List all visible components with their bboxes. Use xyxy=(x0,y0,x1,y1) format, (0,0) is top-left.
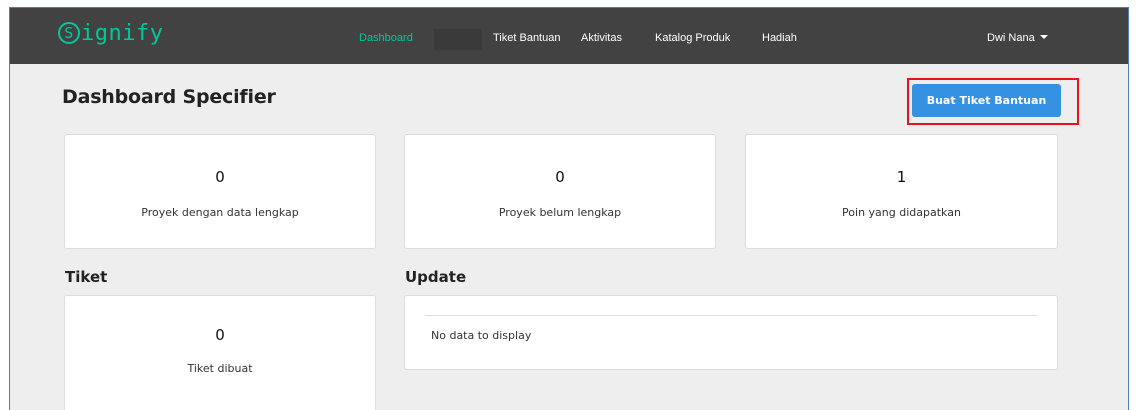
nav-link-dashboard[interactable]: Dashboard xyxy=(359,32,413,44)
stat-card-complete-projects: 0 Proyek dengan data lengkap xyxy=(64,134,376,249)
stat-value: 0 xyxy=(555,168,565,186)
stat-label: Poin yang didapatkan xyxy=(842,206,961,219)
top-navbar: S ignify Dashboard Tiket Bantuan Aktivit… xyxy=(10,8,1128,64)
ticket-card: 0 Tiket dibuat xyxy=(64,295,376,410)
stat-label: Proyek belum lengkap xyxy=(498,206,622,219)
nav-links: Dashboard Tiket Bantuan Aktivitas Katalo… xyxy=(10,8,1128,64)
stat-value: 0 xyxy=(215,168,225,186)
stat-label: Proyek dengan data lengkap xyxy=(141,206,299,219)
updates-empty-text: No data to display xyxy=(431,329,532,342)
nav-link-hadiah[interactable]: Hadiah xyxy=(762,32,797,44)
nav-link-aktivitas[interactable]: Aktivitas xyxy=(581,32,622,44)
tickets-section-title: Tiket xyxy=(65,268,108,286)
user-menu[interactable]: Dwi Nana xyxy=(987,32,1048,44)
stat-card-points: 1 Poin yang didapatkan xyxy=(745,134,1058,249)
updates-divider xyxy=(425,315,1037,316)
stat-card-incomplete-projects: 0 Proyek belum lengkap xyxy=(404,134,716,249)
updates-section-title: Update xyxy=(405,268,467,286)
updates-panel: No data to display xyxy=(404,295,1058,370)
nav-link-tiket-bantuan[interactable]: Tiket Bantuan xyxy=(493,32,560,44)
nav-placeholder xyxy=(434,29,482,50)
user-name: Dwi Nana xyxy=(987,32,1035,44)
stat-value: 0 xyxy=(215,326,225,344)
stat-label: Tiket dibuat xyxy=(187,362,253,375)
stat-value: 1 xyxy=(896,168,907,186)
page-title: Dashboard Specifier xyxy=(62,86,276,108)
nav-link-katalog-produk[interactable]: Katalog Produk xyxy=(655,32,730,44)
create-ticket-button[interactable]: Buat Tiket Bantuan xyxy=(912,84,1061,117)
app-frame: S ignify Dashboard Tiket Bantuan Aktivit… xyxy=(9,7,1129,410)
caret-down-icon xyxy=(1039,35,1048,39)
